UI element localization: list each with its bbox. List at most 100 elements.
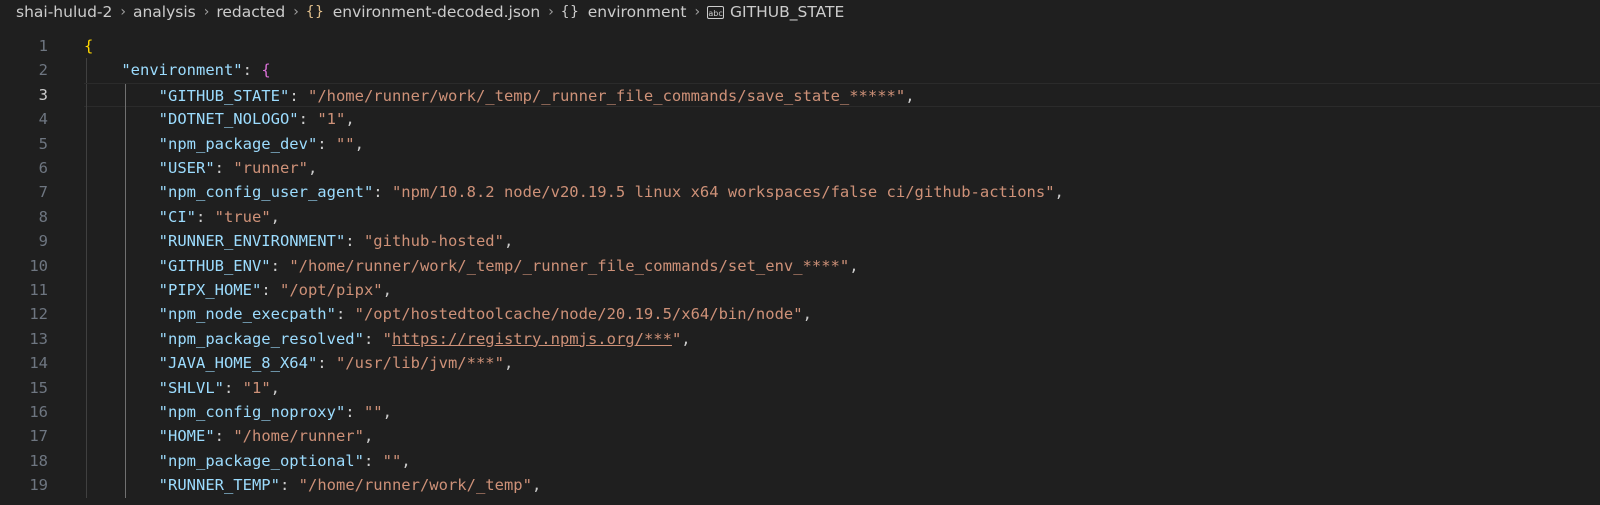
json-string-quote: " [671,329,682,348]
code-content: "npm_node_execpath": "/opt/hostedtoolcac… [84,302,1600,327]
comma: , [849,256,859,275]
json-key: "npm_node_execpath" [158,305,336,324]
line-number: 1 [38,37,48,55]
code-line[interactable]: 4 "DOTNET_NOLOGO": "1", [0,107,1600,132]
json-key: "npm_config_noproxy" [158,403,346,421]
chevron-right-icon: › [293,4,299,20]
colon: : [270,256,290,275]
line-number: 5 [38,134,48,153]
json-string: "runner" [233,159,308,177]
code-line[interactable]: 14 "JAVA_HOME_8_X64": "/usr/lib/jvm/***"… [0,351,1600,376]
breadcrumb-item-file[interactable]: {} environment-decoded.json [306,3,540,21]
code-text: "npm_package_optional": "", [84,449,411,473]
line-number: 3 [38,85,48,104]
line-number: 19 [29,476,48,495]
code-content: "CI": "true", [84,204,1600,230]
chevron-right-icon: › [203,4,210,20]
code-line[interactable]: 16 "npm_config_noproxy": "", [0,400,1600,425]
colon: : [279,476,299,495]
code-text: "GITHUB_ENV": "/home/runner/work/_temp/_… [84,254,859,278]
code-line[interactable]: 6 "USER": "runner", [0,156,1600,181]
comma: , [270,207,280,226]
colon: : [345,232,364,251]
colon: : [317,354,336,373]
breadcrumb-item-analysis[interactable]: analysis [133,3,196,21]
json-string: "" [363,403,383,421]
code-text: "JAVA_HOME_8_X64": "/usr/lib/jvm/***", [84,351,514,375]
code-text: "npm_package_resolved": "https://registr… [84,327,691,351]
code-content: "npm_package_optional": "", [84,448,1600,474]
comma: , [270,378,280,397]
code-text: { [84,34,93,58]
line-number: 4 [38,110,48,129]
string-abc-icon: abc [707,5,725,19]
colon: : [223,378,243,397]
breadcrumb-label: environment [587,3,687,21]
json-string: "true" [214,207,271,226]
comma: , [345,110,355,129]
code-line[interactable]: 5 "npm_package_dev": "", [0,131,1600,156]
code-line[interactable]: 12 "npm_node_execpath": "/opt/hostedtool… [0,302,1600,327]
code-line[interactable]: 15 "SHLVL": "1", [0,375,1600,400]
breadcrumb-item-redacted[interactable]: redacted [216,3,285,21]
code-content: "PIPX_HOME": "/opt/pipx", [84,278,1600,303]
code-text: "RUNNER_TEMP": "/home/runner/work/_temp"… [84,473,542,497]
colon: : [373,183,392,202]
colon: : [214,427,234,446]
code-text: "CI": "true", [84,205,280,229]
colon: : [242,61,262,80]
code-line[interactable]: 9 "RUNNER_ENVIRONMENT": "github-hosted", [0,229,1600,254]
bracket-open: { [261,61,271,80]
colon: : [345,403,364,421]
json-string: "" [335,134,355,153]
code-line[interactable]: 11 "PIPX_HOME": "/opt/pipx", [0,278,1600,303]
code-line[interactable]: 7 "npm_config_user_agent": "npm/10.8.2 n… [0,180,1600,205]
code-content: "npm_package_resolved": "https://registr… [84,326,1600,352]
code-line[interactable]: 8 "CI": "true", [0,204,1600,230]
comma: , [354,134,364,153]
json-key: "JAVA_HOME_8_X64" [158,354,318,373]
code-editor[interactable]: 1{2 "environment": {3 "GITHUB_STATE": "/… [0,34,1600,505]
json-key: "npm_package_optional" [158,451,364,470]
code-line[interactable]: 18 "npm_package_optional": "", [0,448,1600,474]
breadcrumb-item-root[interactable]: shai-hulud-2 [16,3,112,21]
code-content: "DOTNET_NOLOGO": "1", [84,107,1600,132]
code-text: "USER": "runner", [84,156,318,180]
code-text: "PIPX_HOME": "/opt/pipx", [84,278,392,302]
comma: , [503,354,514,373]
json-string: "npm/10.8.2 node/v20.19.5 linux x64 work… [391,183,1055,202]
line-number: 13 [29,329,48,348]
comma: , [382,281,392,299]
chevron-right-icon: › [694,4,701,20]
code-line[interactable]: 2 "environment": { [0,58,1600,83]
line-number: 16 [29,403,48,421]
line-number: 7 [38,183,48,202]
code-content: "JAVA_HOME_8_X64": "/usr/lib/jvm/***", [84,351,1600,376]
json-string: "/usr/lib/jvm/***" [335,354,504,373]
code-line[interactable]: 17 "HOME": "/home/runner", [0,424,1600,449]
breadcrumb-item-github-state[interactable]: abc GITHUB_STATE [707,3,844,21]
code-line[interactable]: 1{ [0,34,1600,58]
code-text: "npm_node_execpath": "/opt/hostedtoolcac… [84,302,812,326]
json-string: "/home/runner/work/_temp/_runner_file_co… [289,256,850,275]
bracket-open: { [84,37,94,55]
comma: , [401,451,411,470]
chevron-right-icon: › [548,4,554,20]
code-line[interactable]: 13 "npm_package_resolved": "https://regi… [0,326,1600,352]
comma: , [905,86,915,105]
comma: , [382,403,392,421]
code-line[interactable]: 10 "GITHUB_ENV": "/home/runner/work/_tem… [0,253,1600,278]
colon: : [289,86,308,105]
code-line[interactable]: 19 "RUNNER_TEMP": "/home/runner/work/_te… [0,473,1600,498]
colon: : [335,305,355,324]
breadcrumb-item-environment[interactable]: {} environment [561,3,687,21]
line-number: 10 [29,256,48,275]
json-string: "1" [242,378,271,397]
code-line[interactable]: 3 "GITHUB_STATE": "/home/runner/work/_te… [0,82,1600,109]
json-string: "/opt/hostedtoolcache/node/20.19.5/x64/b… [354,305,803,324]
